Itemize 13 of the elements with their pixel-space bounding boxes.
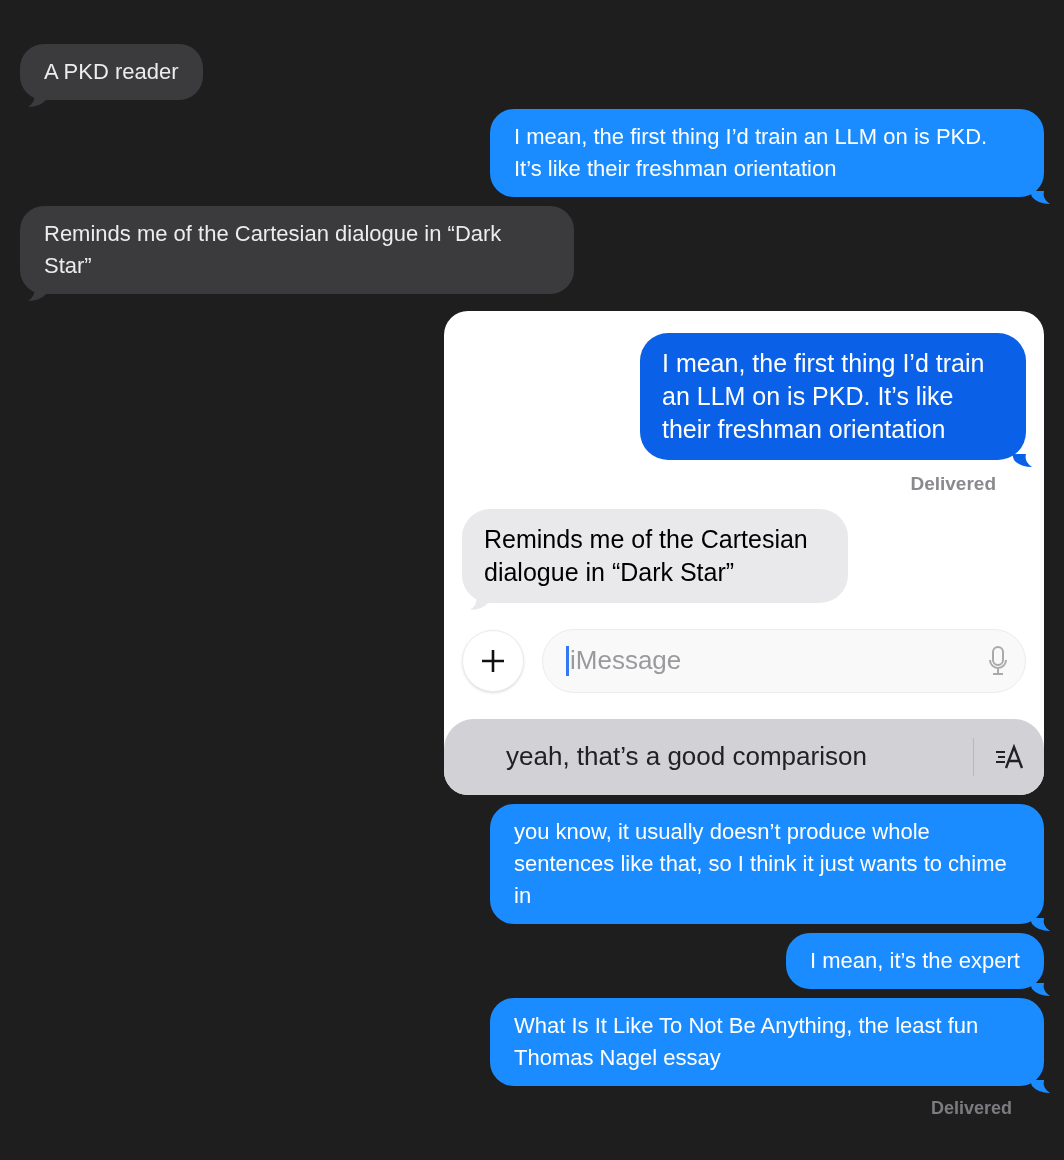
bubble-tail (1030, 191, 1050, 205)
text-cursor (566, 645, 569, 676)
suggestion-text[interactable]: yeah, that’s a good comparison (506, 737, 867, 776)
bubble-tail (1030, 917, 1050, 932)
message-field[interactable]: iMessage (542, 628, 1026, 693)
bubble-tail (1030, 1079, 1050, 1094)
delivered-status: Delivered (930, 1096, 1012, 1120)
text-format-icon[interactable] (994, 743, 1026, 770)
plus-icon (480, 647, 506, 674)
delivered-status: Delivered (910, 472, 996, 496)
add-button[interactable] (462, 629, 524, 692)
bubble-tail (1030, 982, 1050, 997)
bubble-tail (1012, 454, 1032, 468)
